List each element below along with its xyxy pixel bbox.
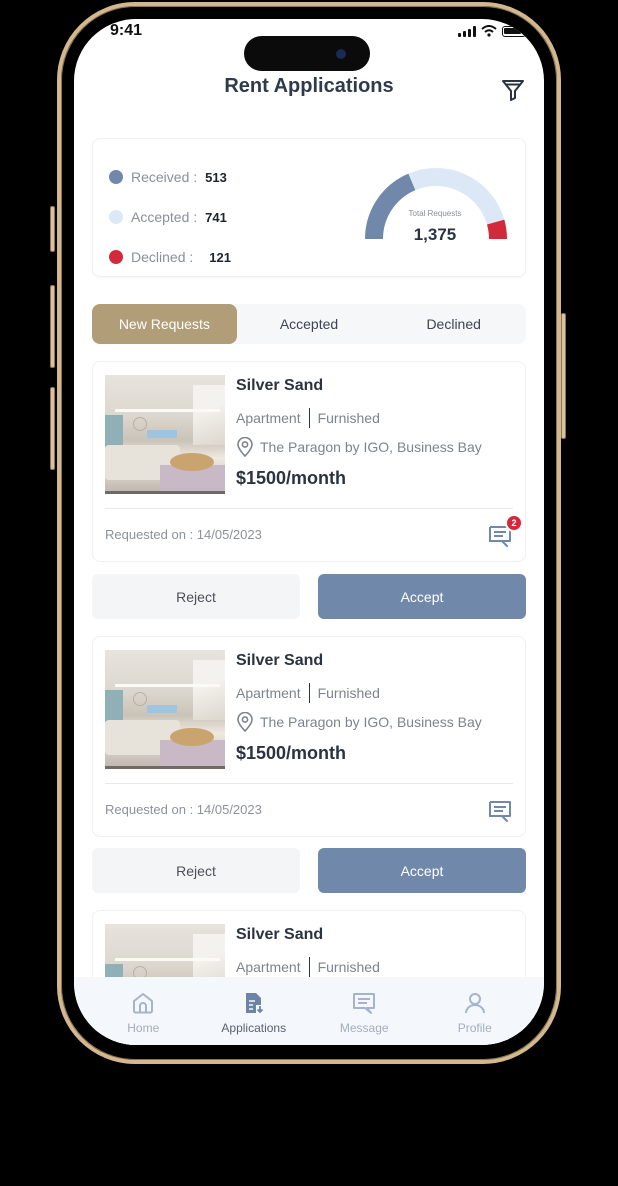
property-furnishing: Furnished (317, 959, 380, 975)
gauge-total: 1,375 (413, 225, 457, 244)
legend-value: 121 (209, 249, 231, 265)
bottom-navigation: Home Applications Message Profile (74, 977, 544, 1045)
accept-button[interactable]: Accept (318, 848, 526, 893)
silent-switch (50, 206, 55, 252)
property-meta: Apartment Furnished (236, 408, 380, 428)
wifi-icon (481, 25, 497, 37)
property-image (105, 650, 225, 769)
message-icon (353, 993, 376, 1014)
power-button (561, 313, 566, 439)
legend-value: 741 (205, 209, 227, 225)
card-divider (105, 783, 513, 784)
card-divider (105, 508, 513, 509)
legend-accepted: Accepted : 741 (109, 197, 231, 237)
legend-declined: Declined : 121 (109, 237, 231, 277)
property-name: Silver Sand (236, 377, 324, 394)
property-meta: Apartment Furnished (236, 957, 380, 977)
nav-message[interactable]: Message (309, 977, 420, 1045)
declined-dot (109, 250, 123, 264)
application-card[interactable]: Silver Sand Apartment Furnished The Para… (92, 361, 526, 562)
reject-button[interactable]: Reject (92, 574, 300, 619)
legend-label: Declined : (131, 249, 194, 265)
applications-icon (245, 993, 263, 1014)
property-price: $1500/month (236, 468, 347, 488)
profile-icon (464, 993, 485, 1014)
meta-divider (308, 683, 310, 703)
property-furnishing: Furnished (317, 685, 380, 701)
nav-home[interactable]: Home (88, 977, 199, 1045)
tab-declined[interactable]: Declined (381, 304, 526, 344)
legend-received: Received : 513 (109, 157, 231, 197)
location-pin-icon (237, 712, 253, 732)
accepted-dot (109, 210, 123, 224)
location-pin-icon (237, 437, 253, 457)
tab-new-requests[interactable]: New Requests (92, 304, 237, 344)
legend-label: Received : (131, 169, 198, 185)
summary-legend: Received : 513 Accepted : 741 Declined :… (109, 157, 231, 277)
dynamic-island (244, 36, 370, 71)
camera-icon (336, 49, 346, 59)
page-title: Rent Applications (224, 75, 394, 97)
nav-label: Home (127, 1021, 160, 1035)
property-name: Silver Sand (236, 926, 324, 943)
header: Rent Applications (74, 75, 544, 105)
meta-divider (308, 408, 310, 428)
accept-button[interactable]: Accept (318, 574, 526, 619)
nav-applications[interactable]: Applications (199, 977, 310, 1045)
status-tabs: New Requests Accepted Declined (92, 304, 526, 344)
property-price: $1500/month (236, 743, 347, 763)
received-dot (109, 170, 123, 184)
status-time: 9:41 (110, 22, 143, 39)
property-type: Apartment (236, 410, 301, 426)
requests-summary-card: Received : 513 Accepted : 741 Declined :… (92, 138, 526, 277)
home-icon (133, 993, 154, 1014)
property-location: The Paragon by IGO, Business Bay (236, 712, 482, 732)
status-bar: 9:41 (74, 19, 544, 71)
nav-label: Applications (221, 1021, 287, 1035)
property-type: Apartment (236, 685, 301, 701)
reject-button[interactable]: Reject (92, 848, 300, 893)
requested-date: Requested on : 14/05/2023 (105, 527, 262, 542)
application-card[interactable]: Silver Sand Apartment Furnished The Para… (92, 636, 526, 837)
gauge-segment-declined (486, 219, 507, 240)
application-actions: Reject Accept (92, 848, 526, 893)
unread-badge: 2 (505, 514, 523, 532)
location-text: The Paragon by IGO, Business Bay (260, 714, 482, 730)
meta-divider (308, 957, 310, 977)
legend-value: 513 (205, 169, 227, 185)
application-actions: Reject Accept (92, 574, 526, 619)
nav-label: Profile (457, 1021, 492, 1035)
gauge-caption: Total Requests (408, 209, 462, 218)
requested-date: Requested on : 14/05/2023 (105, 802, 262, 817)
property-type: Apartment (236, 959, 301, 975)
property-furnishing: Furnished (317, 410, 380, 426)
volume-up-button (50, 285, 55, 368)
property-name: Silver Sand (236, 652, 324, 669)
cellular-signal-icon (458, 25, 476, 37)
location-text: The Paragon by IGO, Business Bay (260, 439, 482, 455)
volume-down-button (50, 387, 55, 470)
property-location: The Paragon by IGO, Business Bay (236, 437, 482, 457)
chat-icon[interactable] (487, 798, 513, 824)
property-image (105, 375, 225, 494)
nav-profile[interactable]: Profile (420, 977, 531, 1045)
filter-icon[interactable] (500, 77, 526, 103)
nav-label: Message (339, 1021, 389, 1035)
legend-label: Accepted : (131, 209, 198, 225)
property-meta: Apartment Furnished (236, 683, 380, 703)
tab-accepted[interactable]: Accepted (237, 304, 382, 344)
battery-icon (502, 25, 526, 37)
app-screen: 9:41 Rent Applications Received : 513 Ac… (74, 19, 544, 1045)
